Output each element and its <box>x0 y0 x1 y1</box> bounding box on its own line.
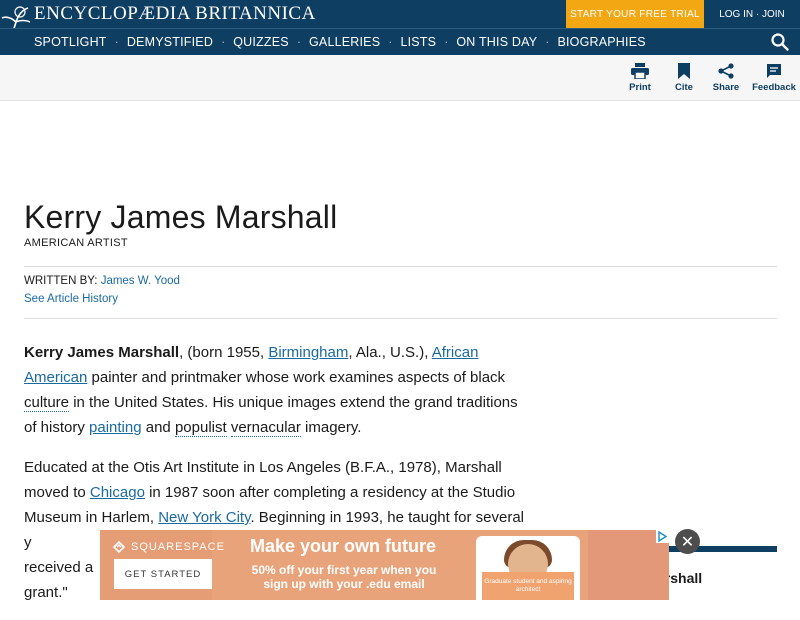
cite-label: Cite <box>675 82 693 93</box>
nav-demystified[interactable]: DEMYSTIFIED <box>127 35 213 49</box>
feedback-label: Feedback <box>752 82 796 93</box>
ad-phone-image: Graduate student and aspiring architect <box>476 536 580 600</box>
link-culture[interactable]: culture <box>24 394 70 412</box>
ad-headline: Make your own future <box>250 536 437 556</box>
feedback-button[interactable]: Feedback <box>749 63 799 93</box>
brand-logo[interactable]: ENCYCLOPÆDIA BRITANNICA <box>34 3 316 25</box>
text: imagery. <box>300 419 362 436</box>
paragraph-1: Kerry James Marshall, (born 1955, Birmin… <box>24 340 528 440</box>
link-birmingham[interactable]: Birmingham <box>268 344 348 361</box>
ad-get-started-button[interactable]: GET STARTED <box>114 559 212 589</box>
text: and <box>141 419 175 436</box>
nav-spotlight[interactable]: SPOTLIGHT <box>34 35 107 49</box>
ad-banner[interactable]: SQUARESPACE GET STARTED Make your own fu… <box>100 530 669 600</box>
print-button[interactable]: Print <box>615 63 665 93</box>
text: received a <box>24 559 94 576</box>
link-painting[interactable]: painting <box>89 419 142 436</box>
article-history-link[interactable]: See Article History <box>24 293 118 305</box>
share-icon <box>718 63 734 79</box>
written-by-label: WRITTEN BY: <box>24 275 98 287</box>
link-chicago[interactable]: Chicago <box>90 484 145 501</box>
link-populist[interactable]: populist <box>174 419 227 437</box>
author-link[interactable]: James W. Yood <box>101 275 180 287</box>
bookmark-icon <box>678 63 690 79</box>
subject-name: Kerry James Marshall <box>24 344 180 361</box>
nav-galleries[interactable]: GALLERIES <box>309 35 380 49</box>
ad-line-2: sign up with your .edu email <box>263 577 425 591</box>
nav-on-this-day[interactable]: ON THIS DAY <box>456 35 537 49</box>
search-icon[interactable] <box>770 32 790 52</box>
link-vernacular[interactable]: vernacular <box>230 419 301 437</box>
nav-separator: · <box>114 35 119 49</box>
ad-phone-caption: Graduate student and aspiring architect <box>484 578 572 593</box>
login-join-link[interactable]: LOG IN · JOIN <box>704 0 800 28</box>
article-toolbar: Print Cite Share Feedback <box>0 55 800 101</box>
nav-biographies[interactable]: BIOGRAPHIES <box>557 35 645 49</box>
close-icon[interactable]: ✕ <box>675 529 700 554</box>
text: , Ala., U.S.), <box>348 344 432 361</box>
squarespace-logo-icon <box>112 540 126 554</box>
main-nav-bar: SPOTLIGHT · DEMYSTIFIED · QUIZZES · GALL… <box>0 28 800 55</box>
ad-phone-caption-box: Graduate student and aspiring architect <box>482 572 574 600</box>
nav-lists[interactable]: LISTS <box>400 35 436 49</box>
ad-line-1: 50% off your first year when you <box>251 563 437 577</box>
ad-choices-icon[interactable] <box>656 530 669 543</box>
printer-icon <box>631 63 649 79</box>
nav-separator: · <box>388 35 393 49</box>
nav-separator: · <box>296 35 301 49</box>
nav-separator: · <box>545 35 550 49</box>
text: painter and printmaker whose work examin… <box>87 369 506 386</box>
page-title: Kerry James Marshall <box>24 199 338 235</box>
link-new-york-city[interactable]: New York City <box>158 509 250 526</box>
text: grant." <box>24 584 68 601</box>
byline: WRITTEN BY: James W. Yood <box>24 275 180 287</box>
feedback-icon <box>767 64 781 78</box>
share-button[interactable]: Share <box>701 63 751 93</box>
nav-separator: · <box>221 35 226 49</box>
page-subtitle: AMERICAN ARTIST <box>24 237 128 249</box>
main-nav: SPOTLIGHT · DEMYSTIFIED · QUIZZES · GALL… <box>34 29 646 55</box>
text: , (born 1955, <box>179 344 269 361</box>
divider <box>24 318 777 319</box>
free-trial-button[interactable]: START YOUR FREE TRIAL <box>566 0 704 28</box>
nav-quizzes[interactable]: QUIZZES <box>233 35 289 49</box>
share-label: Share <box>712 82 740 93</box>
ad-brand: SQUARESPACE <box>112 540 225 554</box>
divider <box>24 266 777 267</box>
nav-separator: · <box>444 35 449 49</box>
print-label: Print <box>629 82 651 93</box>
ad-brand-label: SQUARESPACE <box>131 541 225 553</box>
